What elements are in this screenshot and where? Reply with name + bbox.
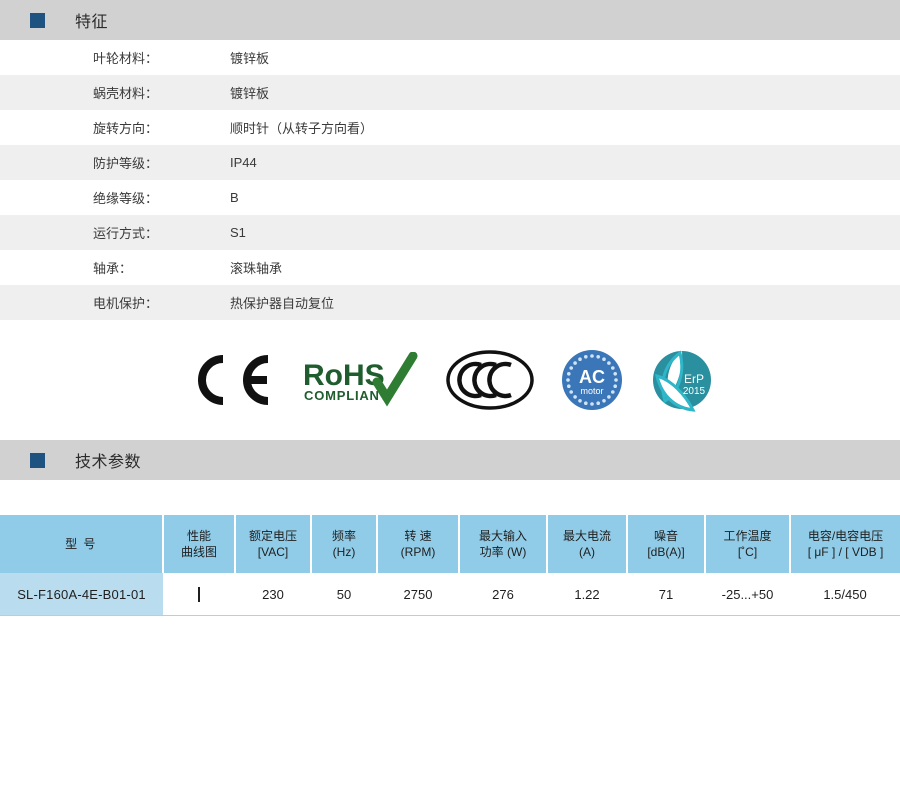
col-header-line1: 噪音 [653,529,678,543]
col-header-line1: 电容/电容电压 [807,529,884,543]
section-marker-icon [30,12,45,28]
col-header-line1: 性能 [186,529,211,543]
spec-value: B [230,190,239,205]
cell-working-temperature: -25...+50 [705,573,790,616]
cell-rated-voltage: 230 [235,573,311,616]
rohs-icon: RoHS COMPLIANT [303,352,418,407]
cell-speed: 2750 [377,573,459,616]
col-header-speed: 转 速 (RPM) [377,515,460,573]
col-header-line2: [dB(A)] [647,545,685,559]
svg-text:2015: 2015 [683,386,706,397]
svg-text:AC: AC [579,367,605,387]
spec-label: 轴承： [93,261,133,276]
col-header-max-input-power: 最大输入 功率 (W) [459,515,548,573]
cell-max-input-power: 276 [459,573,547,616]
spec-label: 电机保护： [93,296,159,311]
col-header-model: 型 号 [0,515,164,573]
spec-label: 旋转方向： [93,121,159,136]
table-row: SL-F160A-4E-B01-01 230 50 2750 276 1.22 … [0,573,900,616]
curve-indicator-icon [198,587,200,603]
cell-capacitor: 1.5/450 [790,573,900,616]
ac-motor-logo-item: AC motor [561,344,623,416]
ccc-icon [446,350,534,410]
spec-value: S1 [230,225,246,240]
col-header-capacitor: 电容/电容电压 [ μF ] / [ VDB ] [790,515,900,573]
col-header-noise: 噪音 [dB(A)] [627,515,706,573]
cell-noise: 71 [627,573,705,616]
col-header-line1: 型 号 [65,537,97,551]
features-spec-table: 叶轮材料： 镀锌板 蜗壳材料： 镀锌板 旋转方向： 顺时针（从转子方向看） 防护… [0,40,900,320]
cell-frequency: 50 [311,573,377,616]
col-header-line2: (A) [579,545,595,559]
svg-text:ErP: ErP [684,372,704,386]
tech-section-header: 技术参数 [0,440,900,480]
ce-logo-item [189,344,275,416]
spec-label: 蜗壳材料： [93,86,159,101]
spec-label: 绝缘等级： [93,191,159,206]
certification-logo-strip: RoHS COMPLIANT AC motor ErP 2015 [0,320,900,440]
col-header-line1: 转 速 [404,529,432,543]
col-header-line2: 曲线图 [180,545,217,559]
col-header-line1: 额定电压 [248,529,297,543]
spec-value: 镀锌板 [230,86,270,101]
spec-label: 叶轮材料： [93,51,159,66]
col-header-frequency: 频率 (Hz) [311,515,378,573]
col-header-working-temperature: 工作温度 [˚C] [705,515,791,573]
spec-value: IP44 [230,155,257,170]
tech-table-wrapper: 型 号 性能 曲线图 额定电压 [VAC] 频率 (Hz) 转 速 (RPM) [0,515,900,616]
col-header-line2: (Hz) [332,545,356,559]
tech-section-title: 技术参数 [75,454,142,471]
spec-value: 热保护器自动复位 [230,296,335,311]
col-header-line1: 频率 [331,529,356,543]
ac-motor-icon: AC motor [562,350,622,410]
rohs-logo-item: RoHS COMPLIANT [301,344,419,416]
spec-row: 电机保护： 热保护器自动复位 [0,285,900,320]
col-header-line2: 功率 (W) [479,545,527,559]
features-section-title: 特征 [75,14,109,31]
svg-text:COMPLIANT: COMPLIANT [304,388,388,403]
spec-value: 顺时针（从转子方向看） [230,121,374,136]
cell-max-current: 1.22 [547,573,627,616]
section-marker-icon [30,452,45,468]
erp-leaf-icon: ErP 2015 [653,350,711,412]
col-header-line1: 最大输入 [478,529,527,543]
features-section-header: 特征 [0,0,900,40]
svg-text:motor: motor [580,386,603,396]
tech-table-header-row: 型 号 性能 曲线图 额定电压 [VAC] 频率 (Hz) 转 速 (RPM) [0,515,900,573]
spec-row: 旋转方向： 顺时针（从转子方向看） [0,110,900,145]
spec-row: 防护等级： IP44 [0,145,900,180]
col-header-line2: [˚C] [737,545,758,559]
col-header-rated-voltage: 额定电压 [VAC] [235,515,312,573]
cell-model: SL-F160A-4E-B01-01 [0,573,163,616]
spec-row: 蜗壳材料： 镀锌板 [0,75,900,110]
cell-curve [163,573,235,616]
spec-row: 绝缘等级： B [0,180,900,215]
col-header-max-current: 最大电流 (A) [547,515,628,573]
ccc-logo-item [445,344,535,416]
col-header-line2: [VAC] [257,545,289,559]
spec-row: 轴承： 滚珠轴承 [0,250,900,285]
col-header-line1: 工作温度 [723,529,772,543]
spec-row: 运行方式： S1 [0,215,900,250]
ce-icon [198,355,269,405]
spec-value: 镀锌板 [230,51,270,66]
spec-value: 滚珠轴承 [230,261,283,276]
spec-row: 叶轮材料： 镀锌板 [0,40,900,75]
col-header-line2: (RPM) [400,545,436,559]
col-header-curve: 性能 曲线图 [163,515,236,573]
erp-logo-item: ErP 2015 [649,344,711,416]
col-header-line1: 最大电流 [562,529,611,543]
spec-label: 运行方式： [93,226,159,241]
tech-parameters-table: 型 号 性能 曲线图 额定电压 [VAC] 频率 (Hz) 转 速 (RPM) [0,515,900,616]
col-header-line2: [ μF ] / [ VDB ] [807,545,884,559]
spec-label: 防护等级： [93,156,159,171]
